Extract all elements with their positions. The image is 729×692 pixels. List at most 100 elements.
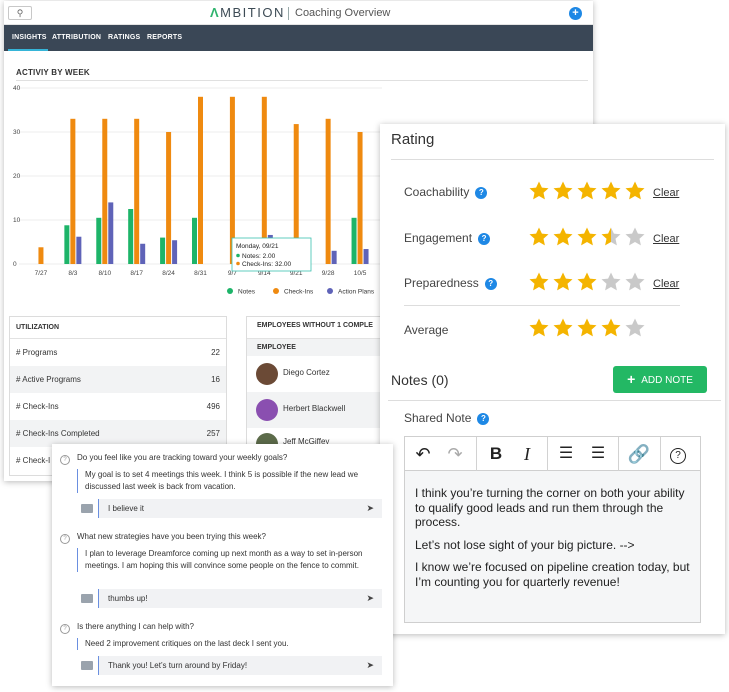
link-icon[interactable]: 🔗	[627, 437, 651, 471]
help-icon[interactable]: ?	[475, 187, 488, 199]
star-icon[interactable]	[528, 271, 550, 293]
note-body[interactable]: I think you’re turning the corner on bot…	[415, 486, 695, 597]
star-icon[interactable]	[552, 271, 574, 293]
star-icon[interactable]	[624, 226, 646, 248]
employee-name: Herbert Blackwell	[283, 404, 346, 413]
reply-field[interactable]: I believe it ➤	[98, 499, 382, 518]
star-icon[interactable]	[552, 180, 574, 202]
star-icon[interactable]	[600, 226, 622, 248]
legend-marker	[327, 288, 333, 294]
undo-icon[interactable]: ↶	[411, 437, 435, 471]
star-icon[interactable]	[528, 317, 550, 339]
editor-toolbar: ↶ ↷ B I ☰ ☰ 🔗 ?	[405, 437, 700, 471]
preparedness-stars[interactable]	[528, 271, 646, 293]
divider	[404, 305, 680, 306]
notes-title: Notes (0)	[391, 372, 449, 388]
reply-field[interactable]: Thank you! Let’s turn around by Friday! ➤	[98, 656, 382, 675]
star-icon[interactable]	[576, 317, 598, 339]
rating-panel: Rating Coachability? Clear Engagement? C…	[380, 124, 725, 634]
x-tick-label: 8/24	[162, 270, 175, 277]
add-note-button[interactable]: + ADD NOTE	[613, 366, 707, 393]
engagement-clear-link[interactable]: Clear	[653, 233, 679, 245]
question-icon: ?	[60, 455, 70, 465]
tab-ratings[interactable]: RATINGS	[108, 25, 140, 51]
question: ? Do you feel like you are tracking towar…	[60, 453, 287, 465]
bar-check-ins	[134, 118, 140, 264]
engagement-stars[interactable]	[528, 226, 646, 248]
star-icon[interactable]	[576, 180, 598, 202]
bar-action-plans	[140, 243, 146, 264]
engagement-label: Engagement?	[404, 231, 491, 245]
employees-title: EMPLOYEES WITHOUT 1 COMPLE	[257, 322, 373, 329]
star-icon[interactable]	[600, 271, 622, 293]
star-icon[interactable]	[624, 180, 646, 202]
tab-attribution[interactable]: ATTRIBUTION	[52, 25, 101, 51]
utilization-title: UTILIZATION	[10, 317, 226, 339]
bar-action-plans	[108, 202, 114, 264]
star-icon[interactable]	[528, 180, 550, 202]
page-title: Coaching Overview	[295, 7, 391, 19]
reply-field[interactable]: thumbs up! ➤	[98, 589, 382, 608]
send-icon[interactable]: ➤	[366, 499, 374, 518]
bar-notes	[96, 217, 102, 264]
answer: My goal is to set 4 meetings this week. …	[77, 469, 377, 493]
tab-reports[interactable]: REPORTS	[147, 25, 182, 51]
table-row: # Programs 22	[10, 339, 226, 366]
coachability-stars[interactable]	[528, 180, 646, 202]
x-tick-label: 8/10	[98, 270, 111, 277]
table-row: # Active Programs 16	[10, 366, 226, 393]
tooltip-line: Notes: 2.00	[242, 253, 276, 260]
answer: Need 2 improvement critiques on the last…	[77, 638, 377, 650]
plus-icon: +	[572, 7, 579, 19]
y-tick-label: 30	[13, 129, 21, 136]
bar-check-ins	[325, 118, 331, 264]
row-label: # Programs	[16, 348, 58, 357]
star-icon[interactable]	[624, 271, 646, 293]
send-icon[interactable]: ➤	[366, 589, 374, 608]
comment-icon	[81, 661, 93, 670]
tab-insights[interactable]: INSIGHTS	[8, 25, 48, 51]
note-paragraph: I think you’re turning the corner on bot…	[415, 486, 685, 529]
average-label: Average	[404, 323, 449, 337]
star-icon[interactable]	[552, 226, 574, 248]
star-icon[interactable]	[576, 226, 598, 248]
legend-label: Notes	[238, 289, 256, 296]
plus-icon: +	[627, 371, 636, 387]
star-icon[interactable]	[624, 317, 646, 339]
table-row: # Check-Ins 496	[10, 393, 226, 420]
star-icon[interactable]	[576, 271, 598, 293]
help-icon[interactable]: ?	[667, 437, 689, 471]
chart-section-title: ACTIVIY BY WEEK	[16, 68, 90, 77]
redo-icon[interactable]: ↷	[443, 437, 467, 471]
bullet-list-icon[interactable]: ☰	[555, 437, 577, 471]
preparedness-clear-link[interactable]: Clear	[653, 278, 679, 290]
row-value: 257	[206, 429, 220, 438]
preparedness-label: Preparedness?	[404, 276, 497, 290]
coachability-clear-link[interactable]: Clear	[653, 187, 679, 199]
help-icon[interactable]: ?	[477, 413, 490, 425]
help-icon[interactable]: ?	[484, 278, 497, 290]
star-icon[interactable]	[600, 180, 622, 202]
row-value: 16	[211, 375, 220, 384]
question-icon: ?	[60, 534, 70, 544]
send-icon[interactable]: ➤	[366, 656, 374, 675]
tooltip-marker	[236, 261, 240, 266]
star-icon[interactable]	[600, 317, 622, 339]
bar-notes	[64, 225, 70, 264]
help-icon[interactable]: ?	[478, 233, 491, 245]
comment-icon	[81, 594, 93, 603]
star-icon[interactable]	[528, 226, 550, 248]
bar-check-ins	[198, 96, 203, 264]
tooltip-title: Monday, 09/21	[236, 243, 279, 250]
numbered-list-icon[interactable]: ☰	[587, 437, 609, 471]
search-button[interactable]: ⚲	[8, 6, 32, 20]
add-button[interactable]: +	[569, 7, 582, 20]
row-label: # Active Programs	[16, 375, 81, 384]
star-icon[interactable]	[552, 317, 574, 339]
bold-icon[interactable]: B	[485, 437, 507, 471]
italic-icon[interactable]: I	[517, 437, 537, 471]
nav-bar: INSIGHTS ATTRIBUTION RATINGS REPORTS	[4, 25, 593, 51]
bar-notes	[128, 209, 134, 264]
x-tick-label: 9/28	[322, 270, 335, 277]
legend-marker	[227, 288, 233, 294]
